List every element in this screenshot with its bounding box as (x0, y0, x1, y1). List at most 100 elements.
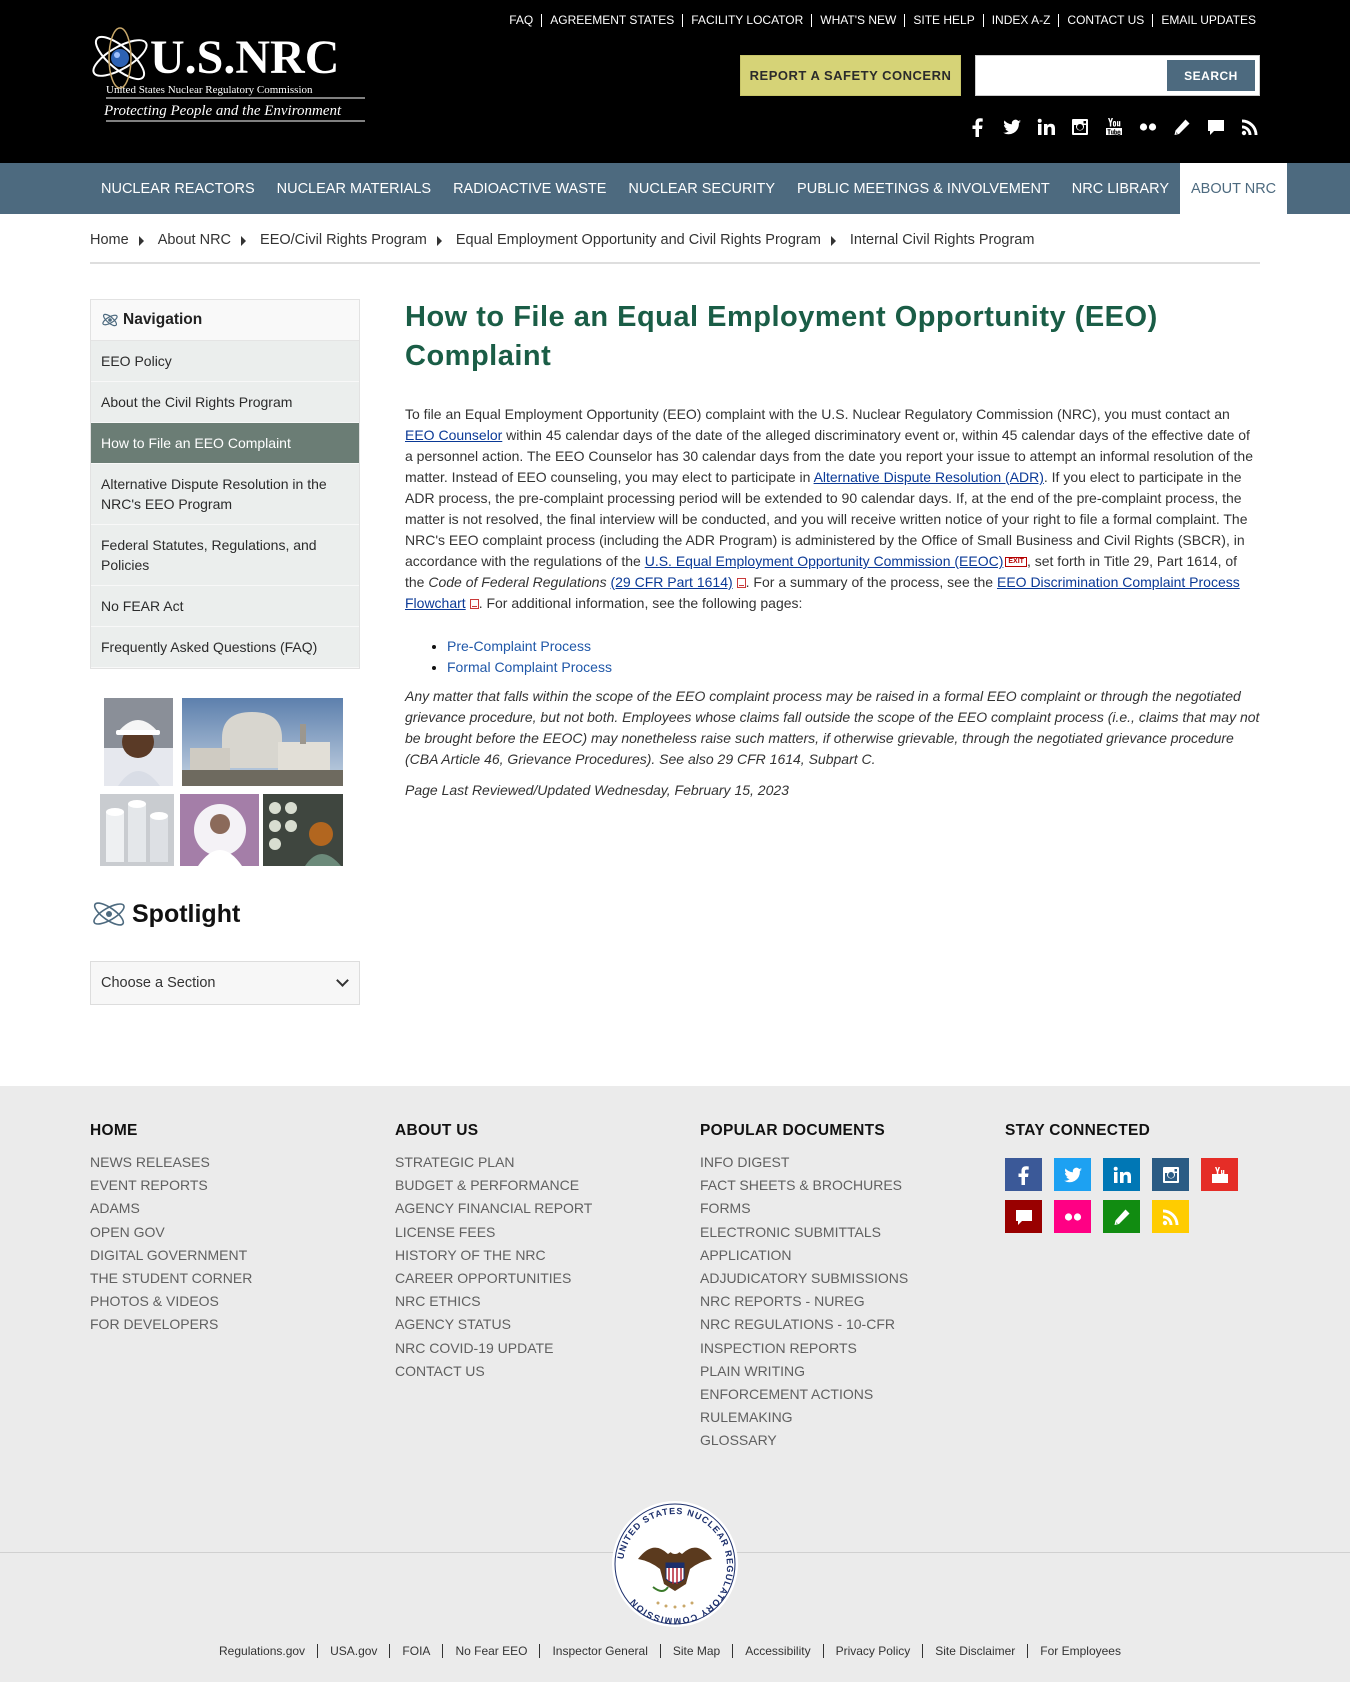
bottom-link-inspector-general[interactable]: Inspector General (539, 1644, 659, 1658)
footer-link[interactable]: RULEMAKING (700, 1406, 908, 1429)
footer-link[interactable]: CAREER OPPORTUNITIES (395, 1267, 592, 1290)
footer-col-title[interactable]: HOME (90, 1122, 252, 1140)
footer-link[interactable]: APPLICATION (700, 1244, 908, 1267)
cfr-1614-link[interactable]: (29 CFR Part 1614) (610, 574, 732, 590)
linkedin-icon[interactable] (1036, 117, 1056, 137)
bottom-link-site-map[interactable]: Site Map (659, 1644, 732, 1658)
facebook-icon[interactable] (968, 117, 988, 137)
rss-icon[interactable] (1240, 117, 1260, 137)
footer-link[interactable]: CONTACT US (395, 1360, 592, 1383)
rss-icon[interactable] (1152, 1200, 1189, 1233)
nav-about-nrc[interactable]: ABOUT NRC (1180, 163, 1288, 214)
footer-link[interactable]: FACT SHEETS & BROCHURES (700, 1174, 908, 1197)
sidebar-item-adr[interactable]: Alternative Dispute Resolution in the NR… (91, 464, 359, 525)
youtube-icon[interactable] (1201, 1158, 1238, 1191)
bottom-link-foia[interactable]: FOIA (389, 1644, 442, 1658)
footer-link[interactable]: HISTORY OF THE NRC (395, 1244, 592, 1267)
footer-link[interactable]: NRC REGULATIONS - 10-CFR (700, 1313, 908, 1336)
footer-link[interactable]: ADAMS (90, 1197, 252, 1220)
footer-col-title[interactable]: ABOUT US (395, 1122, 592, 1140)
nav-nuclear-materials[interactable]: NUCLEAR MATERIALS (266, 163, 442, 214)
eeoc-link[interactable]: U.S. Equal Employment Opportunity Commis… (645, 553, 1004, 569)
utility-link-facility-locator[interactable]: FACILITY LOCATOR (682, 14, 811, 27)
pre-complaint-link[interactable]: Pre-Complaint Process (447, 638, 591, 654)
breadcrumb-eeo-program[interactable]: Equal Employment Opportunity and Civil R… (456, 232, 821, 248)
bottom-link-usa-gov[interactable]: USA.gov (317, 1644, 389, 1658)
footer-link[interactable]: LICENSE FEES (395, 1221, 592, 1244)
utility-link-email-updates[interactable]: EMAIL UPDATES (1152, 14, 1260, 27)
bottom-link-accessibility[interactable]: Accessibility (732, 1644, 822, 1658)
footer-link[interactable]: INFO DIGEST (700, 1151, 908, 1174)
footer-link[interactable]: FORMS (700, 1197, 908, 1220)
search-button[interactable]: SEARCH (1167, 60, 1255, 91)
sidebar-item-eeo-policy[interactable]: EEO Policy (91, 341, 359, 382)
nav-public-meetings[interactable]: PUBLIC MEETINGS & INVOLVEMENT (786, 163, 1061, 214)
bottom-link-site-disclaimer[interactable]: Site Disclaimer (922, 1644, 1027, 1658)
youtube-icon[interactable] (1104, 117, 1124, 137)
bottom-link-regulations-gov[interactable]: Regulations.gov (207, 1644, 317, 1658)
footer-link[interactable]: PLAIN WRITING (700, 1360, 908, 1383)
bottom-link-for-employees[interactable]: For Employees (1027, 1644, 1133, 1658)
utility-link-whats-new[interactable]: WHAT'S NEW (811, 14, 904, 27)
formal-complaint-link[interactable]: Formal Complaint Process (447, 659, 612, 675)
instagram-icon[interactable] (1152, 1158, 1189, 1191)
sidebar-item-no-fear-act[interactable]: No FEAR Act (91, 586, 359, 627)
intro-text-e: . For a summary of the process, see the (745, 574, 997, 590)
eeo-counselor-link[interactable]: EEO Counselor (405, 427, 502, 443)
breadcrumb-home[interactable]: Home (90, 232, 129, 248)
comment-icon[interactable] (1005, 1200, 1042, 1233)
utility-link-faq[interactable]: FAQ (501, 14, 541, 27)
flickr-icon[interactable] (1138, 117, 1158, 137)
utility-link-contact-us[interactable]: CONTACT US (1058, 14, 1152, 27)
bottom-link-no-fear-eeo[interactable]: No Fear EEO (442, 1644, 539, 1658)
footer-link[interactable]: NRC REPORTS - NUREG (700, 1290, 908, 1313)
blog-icon[interactable] (1103, 1200, 1140, 1233)
comment-icon[interactable] (1206, 117, 1226, 137)
sidebar-item-about-civil-rights[interactable]: About the Civil Rights Program (91, 382, 359, 423)
footer-link[interactable]: AGENCY FINANCIAL REPORT (395, 1197, 592, 1220)
search-input[interactable] (980, 60, 1165, 91)
footer-link[interactable]: BUDGET & PERFORMANCE (395, 1174, 592, 1197)
footer-link[interactable]: PHOTOS & VIDEOS (90, 1290, 252, 1313)
report-safety-concern-button[interactable]: REPORT A SAFETY CONCERN (740, 55, 961, 96)
footer-link[interactable]: EVENT REPORTS (90, 1174, 252, 1197)
breadcrumb-internal-civil-rights[interactable]: Internal Civil Rights Program (850, 232, 1035, 248)
footer-link[interactable]: DIGITAL GOVERNMENT (90, 1244, 252, 1267)
nav-nuclear-security[interactable]: NUCLEAR SECURITY (617, 163, 786, 214)
blog-icon[interactable] (1172, 117, 1192, 137)
flickr-icon[interactable] (1054, 1200, 1091, 1233)
bottom-link-privacy-policy[interactable]: Privacy Policy (822, 1644, 923, 1658)
footer-link[interactable]: INSPECTION REPORTS (700, 1337, 908, 1360)
utility-link-site-help[interactable]: SITE HELP (904, 14, 982, 27)
instagram-icon[interactable] (1070, 117, 1090, 137)
twitter-icon[interactable] (1002, 117, 1022, 137)
breadcrumb-eeo-civil-rights[interactable]: EEO/Civil Rights Program (260, 232, 427, 248)
utility-link-agreement-states[interactable]: AGREEMENT STATES (541, 14, 682, 27)
twitter-icon[interactable] (1054, 1158, 1091, 1191)
footer-link[interactable]: NEWS RELEASES (90, 1151, 252, 1174)
sidebar-item-file-eeo-complaint[interactable]: How to File an EEO Complaint (91, 423, 359, 464)
nrc-logo[interactable]: U.S.NRC United States Nuclear Regulatory… (90, 18, 365, 126)
linkedin-icon[interactable] (1103, 1158, 1140, 1191)
footer-link[interactable]: ENFORCEMENT ACTIONS (700, 1383, 908, 1406)
sidebar-item-faq[interactable]: Frequently Asked Questions (FAQ) (91, 627, 359, 668)
nav-nrc-library[interactable]: NRC LIBRARY (1061, 163, 1180, 214)
footer-link[interactable]: FOR DEVELOPERS (90, 1313, 252, 1336)
footer-link[interactable]: ELECTRONIC SUBMITTALS (700, 1221, 908, 1244)
breadcrumb-about-nrc[interactable]: About NRC (158, 232, 231, 248)
footer-link[interactable]: GLOSSARY (700, 1429, 908, 1452)
footer-link[interactable]: STRATEGIC PLAN (395, 1151, 592, 1174)
facebook-icon[interactable] (1005, 1158, 1042, 1191)
footer-link[interactable]: NRC ETHICS (395, 1290, 592, 1313)
utility-link-index[interactable]: INDEX A-Z (982, 14, 1059, 27)
nav-radioactive-waste[interactable]: RADIOACTIVE WASTE (442, 163, 617, 214)
footer-link[interactable]: NRC COVID-19 UPDATE (395, 1337, 592, 1360)
footer-link[interactable]: OPEN GOV (90, 1221, 252, 1244)
footer-link[interactable]: THE STUDENT CORNER (90, 1267, 252, 1290)
footer-link[interactable]: AGENCY STATUS (395, 1313, 592, 1336)
adr-link[interactable]: Alternative Dispute Resolution (ADR) (814, 469, 1044, 485)
spotlight-section-select[interactable]: Choose a Section (90, 961, 360, 1005)
nav-nuclear-reactors[interactable]: NUCLEAR REACTORS (90, 163, 266, 214)
footer-link[interactable]: ADJUDICATORY SUBMISSIONS (700, 1267, 908, 1290)
sidebar-item-federal-statutes[interactable]: Federal Statutes, Regulations, and Polic… (91, 525, 359, 586)
